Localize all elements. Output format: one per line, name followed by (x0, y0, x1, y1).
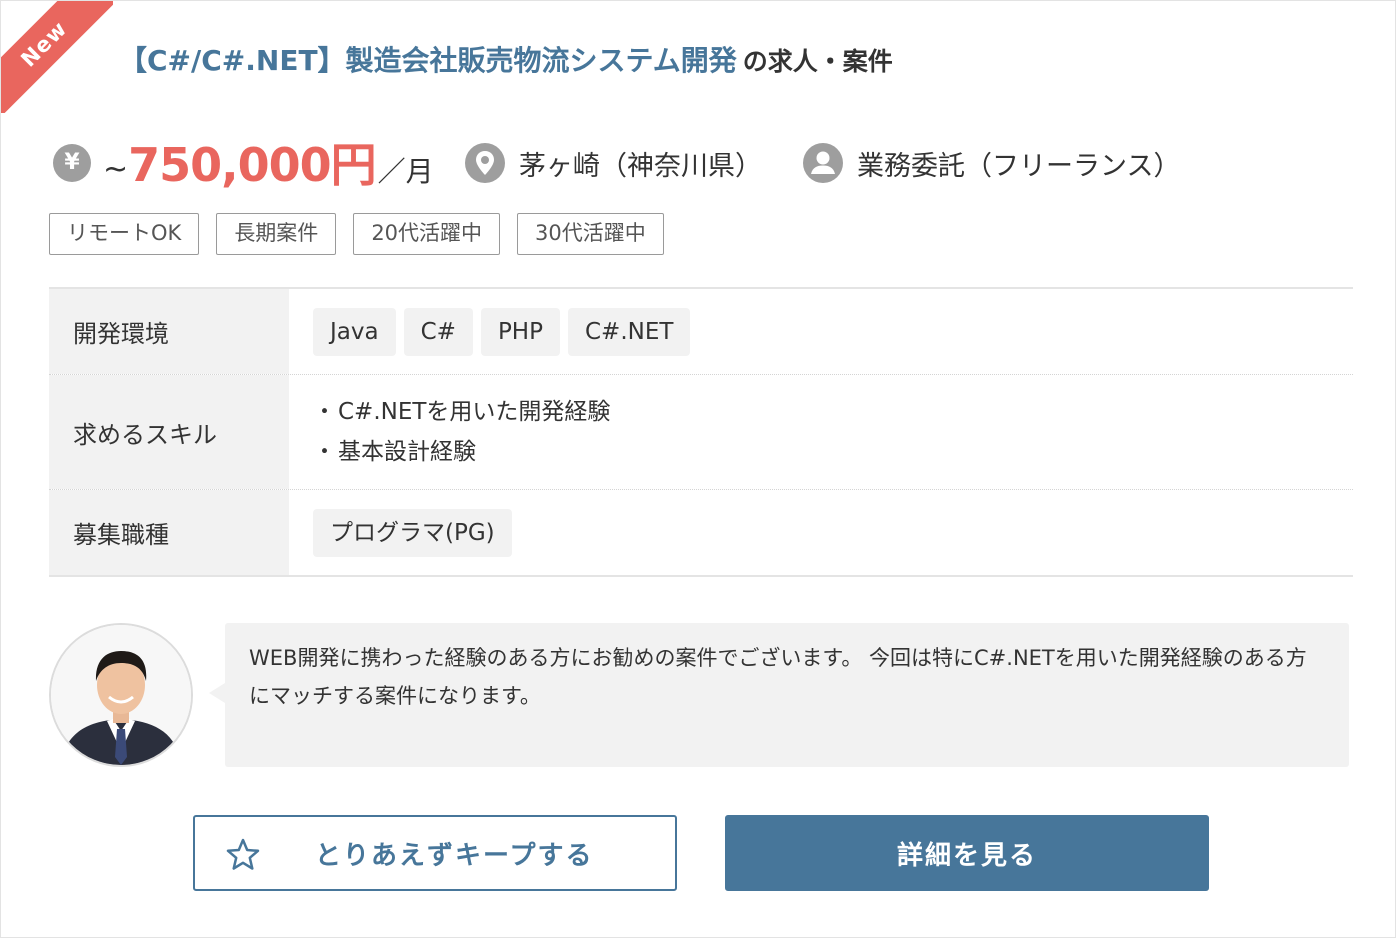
contract-type-text: 業務委託（フリーランス） (857, 151, 1181, 182)
detail-button[interactable]: 詳細を見る (725, 815, 1209, 891)
salary: ~750,000円／月 (103, 129, 434, 195)
tag-30s: 30代活躍中 (517, 213, 664, 255)
tag-20s: 20代活躍中 (353, 213, 501, 255)
location-text: 茅ヶ崎（神奈川県） (519, 151, 762, 182)
detail-row-role: 募集職種 プログラマ(PG) (49, 490, 1353, 575)
new-ribbon: New (1, 1, 113, 113)
user-icon (803, 143, 843, 183)
new-badge: New (1, 1, 113, 113)
job-details-table: 開発環境 Java C# PHP C#.NET 求めるスキル C#.NETを用い… (49, 287, 1353, 577)
avatar (49, 623, 193, 767)
job-title-link[interactable]: 【C#/C#.NET】製造会社販売物流システム開発 (119, 44, 737, 77)
yen-icon: ¥ (53, 144, 91, 182)
consultant-comment: WEB開発に携わった経験のある方にお勧めの案件でございます。 今回は特にC#.N… (225, 623, 1349, 767)
location-pin-icon (465, 143, 505, 183)
tag-long-term: 長期案件 (216, 213, 337, 255)
env-chips: Java C# PHP C#.NET (313, 307, 691, 356)
keep-button-label: とりあえずキープする (315, 840, 594, 871)
detail-row-env: 開発環境 Java C# PHP C#.NET (49, 289, 1353, 375)
skills-label: 求めるスキル (49, 375, 289, 489)
role-label: 募集職種 (49, 490, 289, 575)
job-title-suffix: の求人・案件 (742, 47, 893, 76)
job-card: New 【C#/C#.NET】製造会社販売物流システム開発 の求人・案件 ¥ ~7… (0, 0, 1396, 938)
detail-row-skills: 求めるスキル C#.NETを用いた開発経験 基本設計経験 (49, 375, 1353, 490)
consultant-photo (51, 625, 191, 765)
env-chip: C#.NET (567, 307, 691, 356)
star-icon (226, 838, 260, 870)
env-label: 開発環境 (49, 289, 289, 374)
feature-tags: リモートOK 長期案件 20代活躍中 30代活躍中 (49, 213, 664, 255)
env-chip: C# (403, 307, 473, 356)
job-info-row: ¥ ~750,000円／月 茅ヶ崎（神奈川県） 業務委託（フリーランス） (53, 129, 1353, 193)
role-chip: プログラマ(PG) (313, 508, 512, 557)
env-chip: PHP (480, 307, 560, 356)
speech-bubble-tail (209, 683, 225, 703)
keep-button[interactable]: とりあえずキープする (193, 815, 677, 891)
salary-amount: 750,000円 (128, 138, 377, 192)
salary-tilde: ~ (103, 152, 129, 187)
skill-item: C#.NETを用いた開発経験 (313, 392, 610, 432)
job-title[interactable]: 【C#/C#.NET】製造会社販売物流システム開発 の求人・案件 (119, 39, 893, 79)
tag-remote: リモートOK (49, 213, 200, 255)
skill-item: 基本設計経験 (313, 432, 610, 472)
salary-unit: ／月 (377, 155, 434, 188)
skills-list: C#.NETを用いた開発経験 基本設計経験 (313, 392, 610, 472)
env-chip: Java (313, 307, 396, 356)
